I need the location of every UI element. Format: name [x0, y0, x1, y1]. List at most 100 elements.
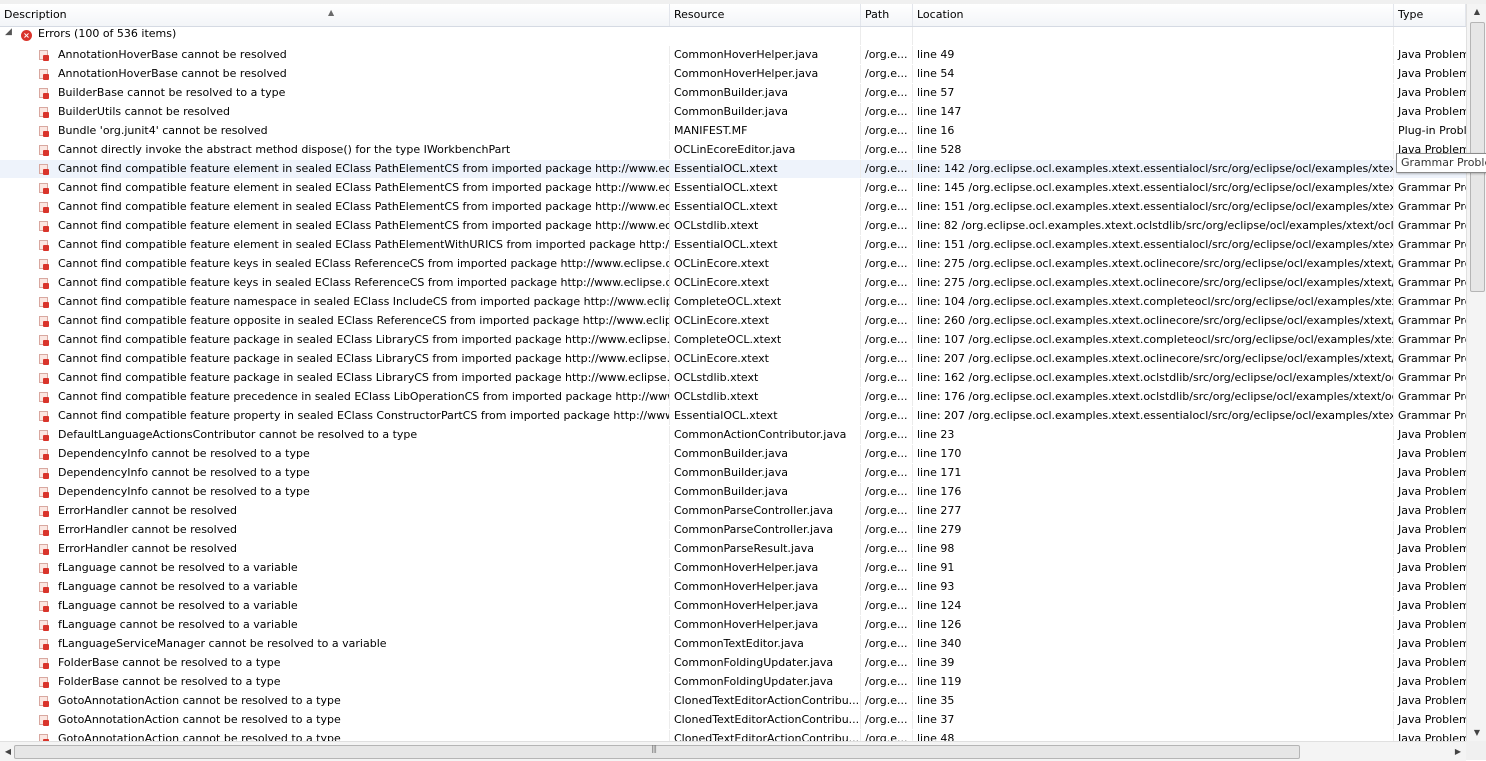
scroll-down-icon[interactable]: ▼: [1467, 725, 1486, 741]
table-row[interactable]: Cannot find compatible feature element i…: [0, 179, 1466, 198]
description-cell: DependencyInfo cannot be resolved to a t…: [0, 445, 670, 463]
column-header-path[interactable]: Path: [861, 4, 913, 26]
resource-cell: OCLinEcore.xtext: [670, 350, 861, 368]
resource-cell: ClonedTextEditorActionContribu...: [670, 692, 861, 710]
column-header-resource[interactable]: Resource: [670, 4, 861, 26]
path-cell: /org.e...: [861, 445, 913, 463]
description-text: fLanguage cannot be resolved to a variab…: [58, 580, 298, 593]
table-row[interactable]: Cannot find compatible feature property …: [0, 407, 1466, 426]
scroll-right-icon[interactable]: ▶: [1450, 742, 1466, 761]
table-row[interactable]: FolderBase cannot be resolved to a type C…: [0, 673, 1466, 692]
error-marker-icon: [39, 69, 49, 80]
location-cell: line: 142 /org.eclipse.ocl.examples.xtex…: [913, 160, 1394, 178]
description-cell: Cannot find compatible feature element i…: [0, 160, 670, 178]
table-row[interactable]: FolderBase cannot be resolved to a type C…: [0, 654, 1466, 673]
description-cell: GotoAnnotationAction cannot be resolved …: [0, 711, 670, 729]
table-row[interactable]: GotoAnnotationAction cannot be resolved …: [0, 711, 1466, 730]
description-cell: Cannot find compatible feature keys in s…: [0, 255, 670, 273]
error-marker-icon: [39, 468, 49, 479]
description-text: Cannot find compatible feature namespace…: [58, 295, 670, 308]
location-cell: line: 104 /org.eclipse.ocl.examples.xtex…: [913, 293, 1394, 311]
table-row[interactable]: Cannot find compatible feature package i…: [0, 331, 1466, 350]
location-cell: line: 207 /org.eclipse.ocl.examples.xtex…: [913, 350, 1394, 368]
table-row[interactable]: fLanguage cannot be resolved to a variab…: [0, 597, 1466, 616]
scroll-up-icon[interactable]: ▲: [1467, 4, 1486, 20]
table-row[interactable]: Cannot directly invoke the abstract meth…: [0, 141, 1466, 160]
description-cell: Cannot find compatible feature precedenc…: [0, 388, 670, 406]
resource-cell: CommonHoverHelper.java: [670, 616, 861, 634]
table-row[interactable]: Cannot find compatible feature element i…: [0, 236, 1466, 255]
location-cell: line 54: [913, 65, 1394, 83]
resource-cell: CommonFoldingUpdater.java: [670, 654, 861, 672]
description-text: Cannot directly invoke the abstract meth…: [58, 143, 511, 156]
path-cell: /org.e...: [861, 654, 913, 672]
description-text: GotoAnnotationAction cannot be resolved …: [58, 694, 341, 707]
description-text: FolderBase cannot be resolved to a type: [58, 656, 281, 669]
table-row[interactable]: fLanguage cannot be resolved to a variab…: [0, 578, 1466, 597]
description-cell: FolderBase cannot be resolved to a type: [0, 673, 670, 691]
table-row[interactable]: GotoAnnotationAction cannot be resolved …: [0, 692, 1466, 711]
table-row[interactable]: Cannot find compatible feature precedenc…: [0, 388, 1466, 407]
table-row[interactable]: fLanguage cannot be resolved to a variab…: [0, 616, 1466, 635]
description-cell: AnnotationHoverBase cannot be resolved: [0, 65, 670, 83]
resource-cell: OCLinEcore.xtext: [670, 274, 861, 292]
table-row[interactable]: Cannot find compatible feature namespace…: [0, 293, 1466, 312]
error-marker-icon: [39, 430, 49, 441]
type-cell: Java Problem: [1398, 67, 1466, 80]
type-cell: Java Problem: [1398, 618, 1466, 631]
resource-cell: CommonTextEditor.java: [670, 635, 861, 653]
table-row[interactable]: Cannot find compatible feature opposite …: [0, 312, 1466, 331]
column-header-type[interactable]: Type: [1394, 4, 1466, 26]
vertical-scrollbar[interactable]: ▲ ▼: [1466, 4, 1486, 741]
collapse-toggle-icon[interactable]: ◢: [5, 27, 12, 37]
table-row[interactable]: ErrorHandler cannot be resolved CommonPar…: [0, 502, 1466, 521]
table-row[interactable]: DependencyInfo cannot be resolved to a t…: [0, 483, 1466, 502]
table-row[interactable]: DependencyInfo cannot be resolved to a t…: [0, 445, 1466, 464]
table-row[interactable]: Cannot find compatible feature package i…: [0, 369, 1466, 388]
location-cell: line 170: [913, 445, 1394, 463]
error-marker-icon: [39, 240, 49, 251]
table-row[interactable]: Bundle 'org.junit4' cannot be resolved MA…: [0, 122, 1466, 141]
table-row[interactable]: GotoAnnotationAction cannot be resolved …: [0, 730, 1466, 741]
location-cell: line 126: [913, 616, 1394, 634]
table-row[interactable]: Cannot find compatible feature keys in s…: [0, 274, 1466, 293]
table-row[interactable]: fLanguage cannot be resolved to a variab…: [0, 559, 1466, 578]
table-row[interactable]: ErrorHandler cannot be resolved CommonPar…: [0, 540, 1466, 559]
description-text: Cannot find compatible feature package i…: [58, 352, 670, 365]
error-marker-icon: [39, 734, 49, 741]
table-row[interactable]: DependencyInfo cannot be resolved to a t…: [0, 464, 1466, 483]
description-text: Cannot find compatible feature package i…: [58, 333, 670, 346]
resource-cell: CompleteOCL.xtext: [670, 331, 861, 349]
table-row[interactable]: ErrorHandler cannot be resolved CommonPar…: [0, 521, 1466, 540]
horizontal-scroll-thumb[interactable]: |||: [14, 744, 1300, 759]
horizontal-scrollbar[interactable]: ◀ ||| ▶: [0, 741, 1466, 761]
table-row[interactable]: fLanguageServiceManager cannot be resolv…: [0, 635, 1466, 654]
location-cell: line: 151 /org.eclipse.ocl.examples.xtex…: [913, 236, 1394, 254]
description-cell: Cannot find compatible feature element i…: [0, 198, 670, 216]
table-row[interactable]: Cannot find compatible feature keys in s…: [0, 255, 1466, 274]
path-cell: /org.e...: [861, 692, 913, 710]
resource-cell: CommonHoverHelper.java: [670, 578, 861, 596]
table-row[interactable]: DefaultLanguageActionsContributor cannot…: [0, 426, 1466, 445]
error-marker-icon: [39, 354, 49, 365]
group-row-errors[interactable]: ◢ × Errors (100 of 536 items): [0, 27, 1466, 46]
table-row[interactable]: Cannot find compatible feature element i…: [0, 198, 1466, 217]
type-cell: Java Problem: [1398, 713, 1466, 726]
table-row[interactable]: AnnotationHoverBase cannot be resolved Co…: [0, 46, 1466, 65]
table-row[interactable]: Cannot find compatible feature package i…: [0, 350, 1466, 369]
location-cell: line 49: [913, 46, 1394, 64]
column-header-description[interactable]: Description ▲: [0, 4, 670, 26]
table-row[interactable]: Cannot find compatible feature element i…: [0, 160, 1466, 179]
path-cell: /org.e...: [861, 179, 913, 197]
group-filler-type: [1394, 27, 1466, 45]
location-cell: line: 176 /org.eclipse.ocl.examples.xtex…: [913, 388, 1394, 406]
resource-cell: CommonBuilder.java: [670, 445, 861, 463]
table-row[interactable]: AnnotationHoverBase cannot be resolved Co…: [0, 65, 1466, 84]
resource-cell: OCLinEcore.xtext: [670, 255, 861, 273]
location-cell: line 35: [913, 692, 1394, 710]
path-cell: /org.e...: [861, 65, 913, 83]
table-row[interactable]: BuilderUtils cannot be resolved CommonBui…: [0, 103, 1466, 122]
table-row[interactable]: Cannot find compatible feature element i…: [0, 217, 1466, 236]
table-row[interactable]: BuilderBase cannot be resolved to a type…: [0, 84, 1466, 103]
column-header-location[interactable]: Location: [913, 4, 1394, 26]
